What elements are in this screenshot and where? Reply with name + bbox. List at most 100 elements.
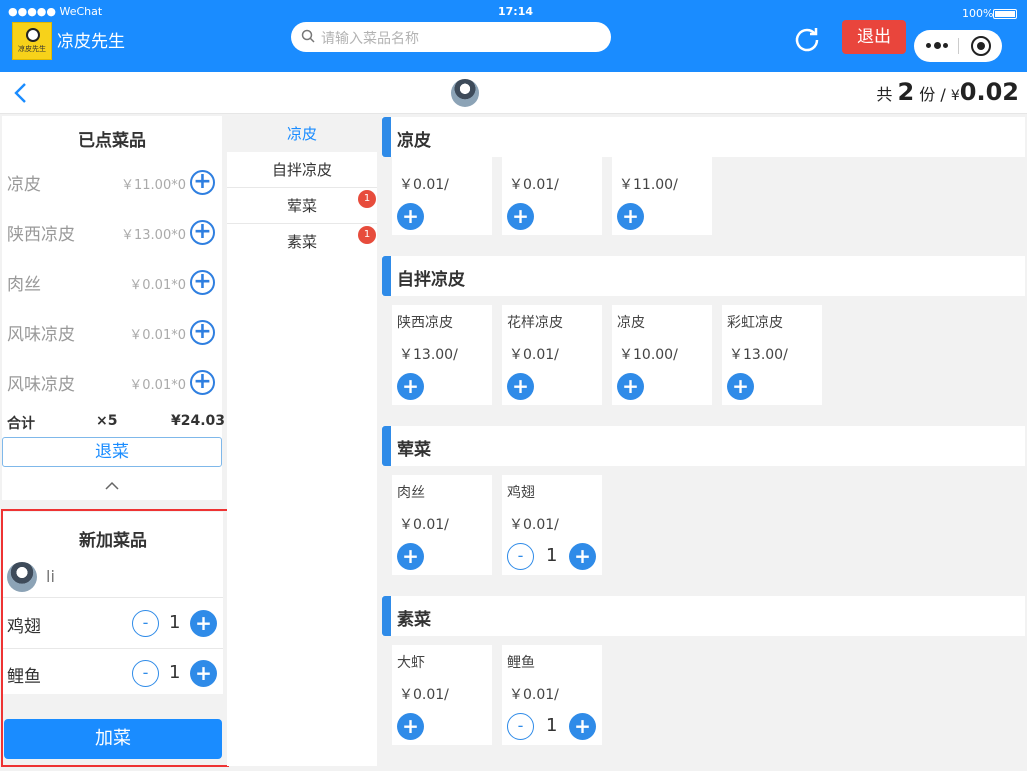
dish-price: ￥0.01/	[509, 177, 559, 193]
add-dish-button[interactable]: +	[569, 713, 596, 740]
dish-price: ￥10.00/	[619, 347, 678, 363]
section-title: 素菜	[397, 610, 431, 630]
refresh-icon[interactable]	[793, 25, 821, 53]
add-ordered-button[interactable]: +	[190, 320, 215, 345]
dish-name: 鸡翅	[507, 485, 535, 501]
user-name: li	[46, 567, 55, 586]
chevron-left-icon[interactable]	[12, 82, 30, 104]
decrease-button[interactable]: -	[132, 660, 159, 687]
new-dish-name: 鲤鱼	[7, 667, 41, 687]
dish-name: 大虾	[397, 655, 425, 671]
total-sep: /	[940, 85, 946, 104]
capsule-divider	[958, 38, 959, 54]
dish-price: ￥0.01/	[399, 177, 449, 193]
total-amount: 0.02	[959, 78, 1019, 106]
section-header: 凉皮	[382, 117, 1025, 157]
app-logo: 凉皮先生	[12, 22, 52, 60]
count-badge: 1	[358, 226, 376, 244]
logo-text: 凉皮先生	[18, 45, 46, 53]
status-time: 17:14	[498, 5, 534, 18]
dish-name: 肉丝	[397, 485, 425, 501]
dish-name: 彩虹凉皮	[727, 315, 783, 331]
add-dish-button[interactable]: +	[569, 543, 596, 570]
new-dishes-title: 新加菜品	[79, 531, 147, 551]
search-input[interactable]: 请输入菜品名称	[291, 22, 611, 52]
chevron-up-icon[interactable]	[104, 481, 120, 491]
add-dish-button[interactable]: +	[507, 373, 534, 400]
add-dish-button[interactable]: +	[397, 543, 424, 570]
decrease-button[interactable]: -	[507, 713, 534, 740]
total-price: ¥24.03	[171, 413, 226, 429]
dish-qty: 1	[546, 715, 558, 736]
ordered-item-price: ￥0.01*0	[129, 378, 186, 393]
status-carrier: ●●●●● WeChat	[8, 5, 103, 18]
dish-price: ￥0.01/	[509, 517, 559, 533]
dish-price: ￥13.00/	[729, 347, 788, 363]
add-dish-button[interactable]: +	[507, 203, 534, 230]
divider	[3, 597, 223, 598]
new-dish-name: 鸡翅	[7, 617, 41, 637]
increase-button[interactable]: +	[190, 610, 217, 637]
add-dish-button[interactable]: +	[397, 203, 424, 230]
total-quantity: ×5	[96, 413, 118, 429]
dish-price: ￥0.01/	[399, 517, 449, 533]
add-dish-button[interactable]: +	[617, 373, 644, 400]
dish-name: 鲤鱼	[507, 655, 535, 671]
ordered-item-price: ￥0.01*0	[129, 328, 186, 343]
dish-price: ￥13.00/	[399, 347, 458, 363]
status-battery: 100%	[962, 7, 994, 20]
app-title: 凉皮先生	[57, 32, 125, 52]
section-header: 素菜	[382, 596, 1025, 636]
add-dish-button[interactable]: +	[727, 373, 754, 400]
category-item-liangpi[interactable]: 凉皮	[227, 116, 377, 152]
section-header: 荤菜	[382, 426, 1025, 466]
add-ordered-button[interactable]: +	[190, 220, 215, 245]
decrease-button[interactable]: -	[507, 543, 534, 570]
count-badge: 1	[358, 190, 376, 208]
ordered-title: 已点菜品	[78, 131, 146, 151]
total-label: 合计	[7, 416, 35, 432]
ordered-item-price: ￥11.00*0	[121, 178, 186, 193]
total-prefix: 共	[876, 85, 893, 104]
dish-name: 凉皮	[617, 315, 645, 331]
dish-price: ￥0.01/	[509, 347, 559, 363]
dish-price: ￥0.01/	[509, 687, 559, 703]
increase-button[interactable]: +	[190, 660, 217, 687]
battery-icon	[993, 9, 1017, 19]
add-dish-button[interactable]: +	[617, 203, 644, 230]
avatar	[451, 79, 479, 107]
category-item-huncai[interactable]: 荤菜	[227, 188, 377, 224]
total-count: 2	[897, 78, 915, 106]
section-header: 自拌凉皮	[382, 256, 1025, 296]
section-title: 凉皮	[397, 131, 431, 151]
mini-program-capsule	[914, 30, 1002, 62]
add-ordered-button[interactable]: +	[190, 370, 215, 395]
search-icon	[301, 29, 315, 43]
add-dishes-button[interactable]: 加菜	[4, 719, 222, 759]
ordered-item-price: ￥0.01*0	[129, 278, 186, 293]
refund-button[interactable]: 退菜	[2, 437, 222, 467]
new-dish-qty: 1	[169, 612, 181, 633]
add-ordered-button[interactable]: +	[190, 270, 215, 295]
logout-button[interactable]: 退出	[842, 20, 906, 54]
add-dish-button[interactable]: +	[397, 373, 424, 400]
search-placeholder: 请输入菜品名称	[321, 31, 419, 47]
more-icon[interactable]	[926, 42, 948, 49]
order-total: 共 2 份 / ¥0.02	[876, 78, 1019, 106]
dish-name: 花样凉皮	[507, 315, 563, 331]
total-currency: ¥	[950, 88, 960, 104]
add-dish-button[interactable]: +	[397, 713, 424, 740]
new-dish-qty: 1	[169, 662, 181, 683]
target-icon[interactable]	[971, 36, 991, 56]
order-summary-bar	[0, 72, 1027, 114]
category-item-sucai[interactable]: 素菜	[227, 224, 377, 260]
add-ordered-button[interactable]: +	[190, 170, 215, 195]
dish-name: 陕西凉皮	[397, 315, 453, 331]
total-unit: 份	[919, 85, 936, 104]
category-item-zibanliangpi[interactable]: 自拌凉皮	[227, 152, 377, 188]
user-avatar	[7, 562, 37, 592]
divider	[3, 648, 223, 649]
dish-qty: 1	[546, 545, 558, 566]
decrease-button[interactable]: -	[132, 610, 159, 637]
section-title: 荤菜	[397, 440, 431, 460]
